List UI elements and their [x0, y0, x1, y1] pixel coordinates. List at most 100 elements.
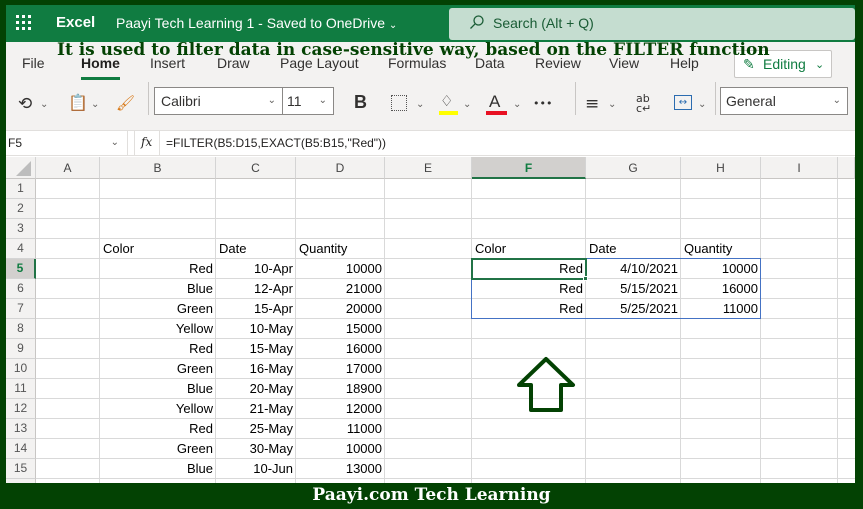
column-gridline	[680, 179, 681, 483]
source-data-cell[interactable]: Red	[100, 259, 216, 279]
source-data-cell[interactable]: Yellow	[100, 319, 216, 339]
source-data-cell[interactable]: Red	[100, 419, 216, 439]
source-data-cell[interactable]: 16-May	[216, 359, 296, 379]
undo-dropdown-icon[interactable]: ⌄	[40, 99, 48, 110]
source-data-cell[interactable]: Green	[100, 299, 216, 319]
column-header-i[interactable]: I	[761, 157, 838, 179]
formula-input[interactable]: =FILTER(B5:D15,EXACT(B5:B15,"Red"))	[166, 136, 386, 150]
column-header-j[interactable]	[838, 157, 855, 179]
source-data-cell[interactable]: 13000	[296, 459, 385, 479]
font-color-dropdown-icon[interactable]: ⌄	[513, 99, 521, 110]
borders-icon[interactable]	[391, 95, 407, 111]
source-data-cell[interactable]: 30-May	[216, 439, 296, 459]
column-header-e[interactable]: E	[385, 157, 472, 179]
source-data-cell[interactable]: 10000	[296, 259, 385, 279]
wrap-text-icon[interactable]: ab c↵	[636, 93, 652, 114]
active-cell-f5[interactable]	[471, 258, 587, 280]
source-header-cell[interactable]: Color	[100, 239, 216, 259]
result-header-cell[interactable]: Quantity	[681, 239, 761, 259]
row-header-2[interactable]: 2	[6, 199, 36, 219]
source-header-cell[interactable]: Date	[216, 239, 296, 259]
paste-dropdown-icon[interactable]: ⌄	[91, 99, 99, 110]
number-format-select[interactable]: General ⌄	[720, 87, 848, 115]
column-header-c[interactable]: C	[216, 157, 296, 179]
merge-dropdown-icon[interactable]: ⌄	[698, 99, 706, 110]
source-data-cell[interactable]: 25-May	[216, 419, 296, 439]
font-name-select[interactable]: Calibri ⌄	[154, 87, 283, 115]
tab-file[interactable]: File	[22, 55, 45, 71]
column-header-g[interactable]: G	[586, 157, 681, 179]
font-size-select[interactable]: 11 ⌄	[282, 87, 334, 115]
row-header-7[interactable]: 7	[6, 299, 36, 319]
select-all-corner[interactable]	[6, 157, 36, 179]
row-header-6[interactable]: 6	[6, 279, 36, 299]
column-header-f[interactable]: F	[472, 157, 586, 179]
font-color-button[interactable]: A	[489, 92, 500, 112]
row-header-1[interactable]: 1	[6, 179, 36, 199]
source-data-cell[interactable]: 20000	[296, 299, 385, 319]
row-header-14[interactable]: 14	[6, 439, 36, 459]
column-header-a[interactable]: A	[36, 157, 100, 179]
document-title[interactable]: Paayi Tech Learning 1 - Saved to OneDriv…	[116, 15, 397, 31]
bold-button[interactable]: B	[354, 92, 367, 113]
source-data-cell[interactable]: 21-May	[216, 399, 296, 419]
source-data-cell[interactable]: Yellow	[100, 399, 216, 419]
name-box[interactable]: F5 ⌄	[6, 131, 128, 155]
app-name[interactable]: Excel	[56, 14, 95, 31]
source-data-cell[interactable]: Blue	[100, 379, 216, 399]
source-data-cell[interactable]: 15-Apr	[216, 299, 296, 319]
source-data-cell[interactable]: 15000	[296, 319, 385, 339]
align-icon[interactable]: ≡	[585, 94, 599, 114]
source-data-cell[interactable]: Blue	[100, 459, 216, 479]
fill-dropdown-icon[interactable]: ⌄	[463, 99, 471, 110]
source-header-cell[interactable]: Quantity	[296, 239, 385, 259]
source-data-cell[interactable]: 15-May	[216, 339, 296, 359]
fill-color-swatch	[439, 111, 458, 115]
source-data-cell[interactable]: 11000	[296, 419, 385, 439]
row-header-12[interactable]: 12	[6, 399, 36, 419]
search-box[interactable]: Search (Alt + Q)	[449, 8, 855, 40]
source-data-cell[interactable]: Green	[100, 359, 216, 379]
column-header-d[interactable]: D	[296, 157, 385, 179]
more-options-icon[interactable]: •••	[533, 97, 552, 110]
row-header-13[interactable]: 13	[6, 419, 36, 439]
source-data-cell[interactable]: 20-May	[216, 379, 296, 399]
row-header-9[interactable]: 9	[6, 339, 36, 359]
merge-center-icon[interactable]: ↔	[674, 95, 692, 110]
column-header-h[interactable]: H	[681, 157, 761, 179]
paste-clipboard-icon[interactable]: 📋	[68, 93, 88, 112]
source-data-cell[interactable]: Red	[100, 339, 216, 359]
format-painter-icon[interactable]: 🖌	[116, 94, 135, 112]
source-data-cell[interactable]: 16000	[296, 339, 385, 359]
source-data-cell[interactable]: 10-May	[216, 319, 296, 339]
source-data-cell[interactable]: 12-Apr	[216, 279, 296, 299]
align-dropdown-icon[interactable]: ⌄	[608, 99, 616, 110]
source-data-cell[interactable]: 10000	[296, 439, 385, 459]
source-data-cell[interactable]: 17000	[296, 359, 385, 379]
borders-dropdown-icon[interactable]: ⌄	[416, 99, 424, 110]
row-header-8[interactable]: 8	[6, 319, 36, 339]
column-header-b[interactable]: B	[100, 157, 216, 179]
row-header-3[interactable]: 3	[6, 219, 36, 239]
row-header-4[interactable]: 4	[6, 239, 36, 259]
insert-function-button[interactable]: fx	[134, 131, 160, 155]
column-gridline	[585, 179, 586, 483]
result-header-cell[interactable]: Color	[472, 239, 586, 259]
row-header-15[interactable]: 15	[6, 459, 36, 479]
search-placeholder: Search (Alt + Q)	[493, 15, 594, 31]
source-data-cell[interactable]: 12000	[296, 399, 385, 419]
undo-icon[interactable]: ⟲	[18, 94, 32, 114]
source-data-cell[interactable]: 10-Apr	[216, 259, 296, 279]
result-header-cell[interactable]: Date	[586, 239, 681, 259]
row-header-10[interactable]: 10	[6, 359, 36, 379]
row-header-11[interactable]: 11	[6, 379, 36, 399]
fill-handle[interactable]	[583, 276, 588, 281]
source-data-cell[interactable]: 10-Jun	[216, 459, 296, 479]
source-data-cell[interactable]: Blue	[100, 279, 216, 299]
source-data-cell[interactable]: 18900	[296, 379, 385, 399]
app-launcher-icon[interactable]	[16, 15, 32, 31]
source-data-cell[interactable]: 21000	[296, 279, 385, 299]
source-data-cell[interactable]: Green	[100, 439, 216, 459]
fill-color-icon[interactable]: ♢	[440, 92, 453, 110]
row-header-5[interactable]: 5	[6, 259, 36, 279]
